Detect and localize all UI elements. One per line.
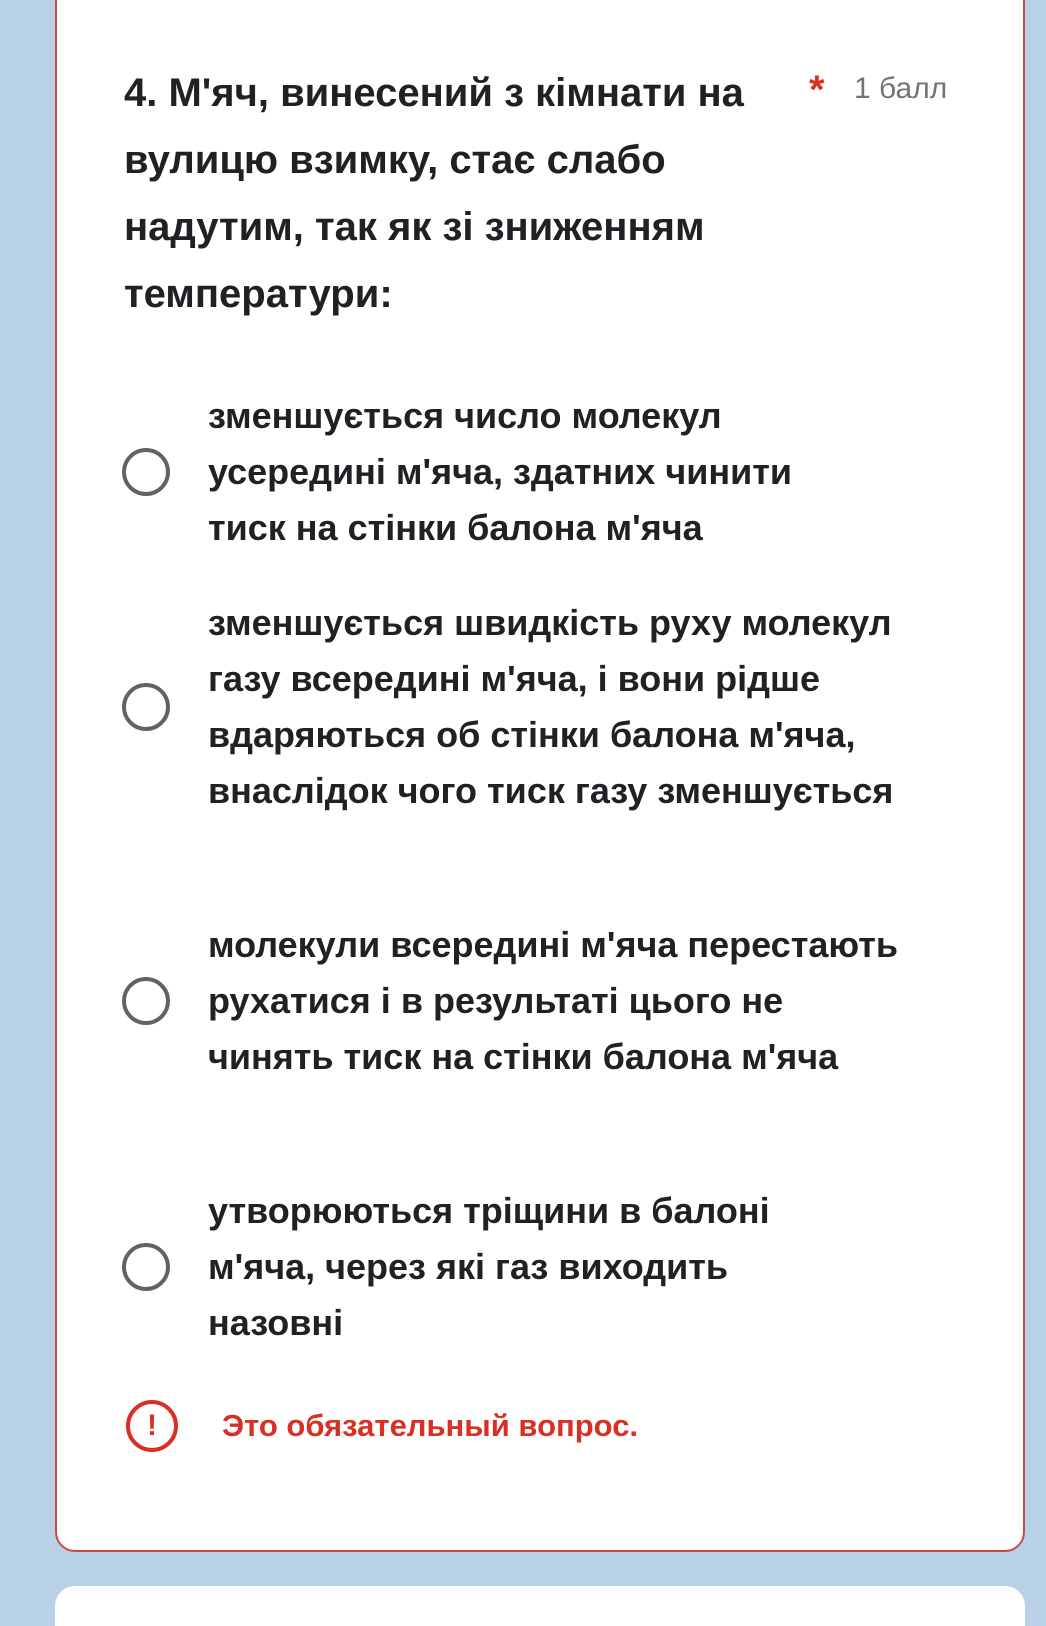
option-2[interactable]: зменшується швидкість руху молекул газу … (122, 595, 942, 819)
question-points: 1 балл (854, 72, 948, 105)
radio-button-icon[interactable] (122, 977, 170, 1025)
option-label: молекули всередині м'яча перестають руха… (208, 924, 898, 1077)
question-title-wrap: 4. М'яч, винесений з кімнати на вулицю в… (124, 60, 789, 328)
required-error: ! Это обязательный вопрос. (126, 1400, 638, 1452)
option-label: зменшується число молекул усередині м'яч… (208, 395, 792, 548)
error-message: Это обязательный вопрос. (222, 1408, 639, 1443)
option-label: зменшується швидкість руху молекул газу … (208, 602, 894, 811)
question-header: 4. М'яч, винесений з кімнати на вулицю в… (124, 60, 964, 328)
error-icon: ! (126, 1400, 178, 1452)
required-marker: * (809, 68, 825, 112)
option-4[interactable]: утворюються тріщини в балоні м'яча, чере… (122, 1183, 942, 1351)
option-label: утворюються тріщини в балоні м'яча, чере… (208, 1190, 770, 1343)
question-title: 4. М'яч, винесений з кімнати на вулицю в… (124, 71, 744, 316)
option-3[interactable]: молекули всередині м'яча перестають руха… (122, 917, 942, 1085)
radio-button-icon[interactable] (122, 683, 170, 731)
radio-button-icon[interactable] (122, 448, 170, 496)
next-question-card (55, 1586, 1025, 1626)
option-1[interactable]: зменшується число молекул усередині м'яч… (122, 388, 942, 556)
radio-button-icon[interactable] (122, 1243, 170, 1291)
